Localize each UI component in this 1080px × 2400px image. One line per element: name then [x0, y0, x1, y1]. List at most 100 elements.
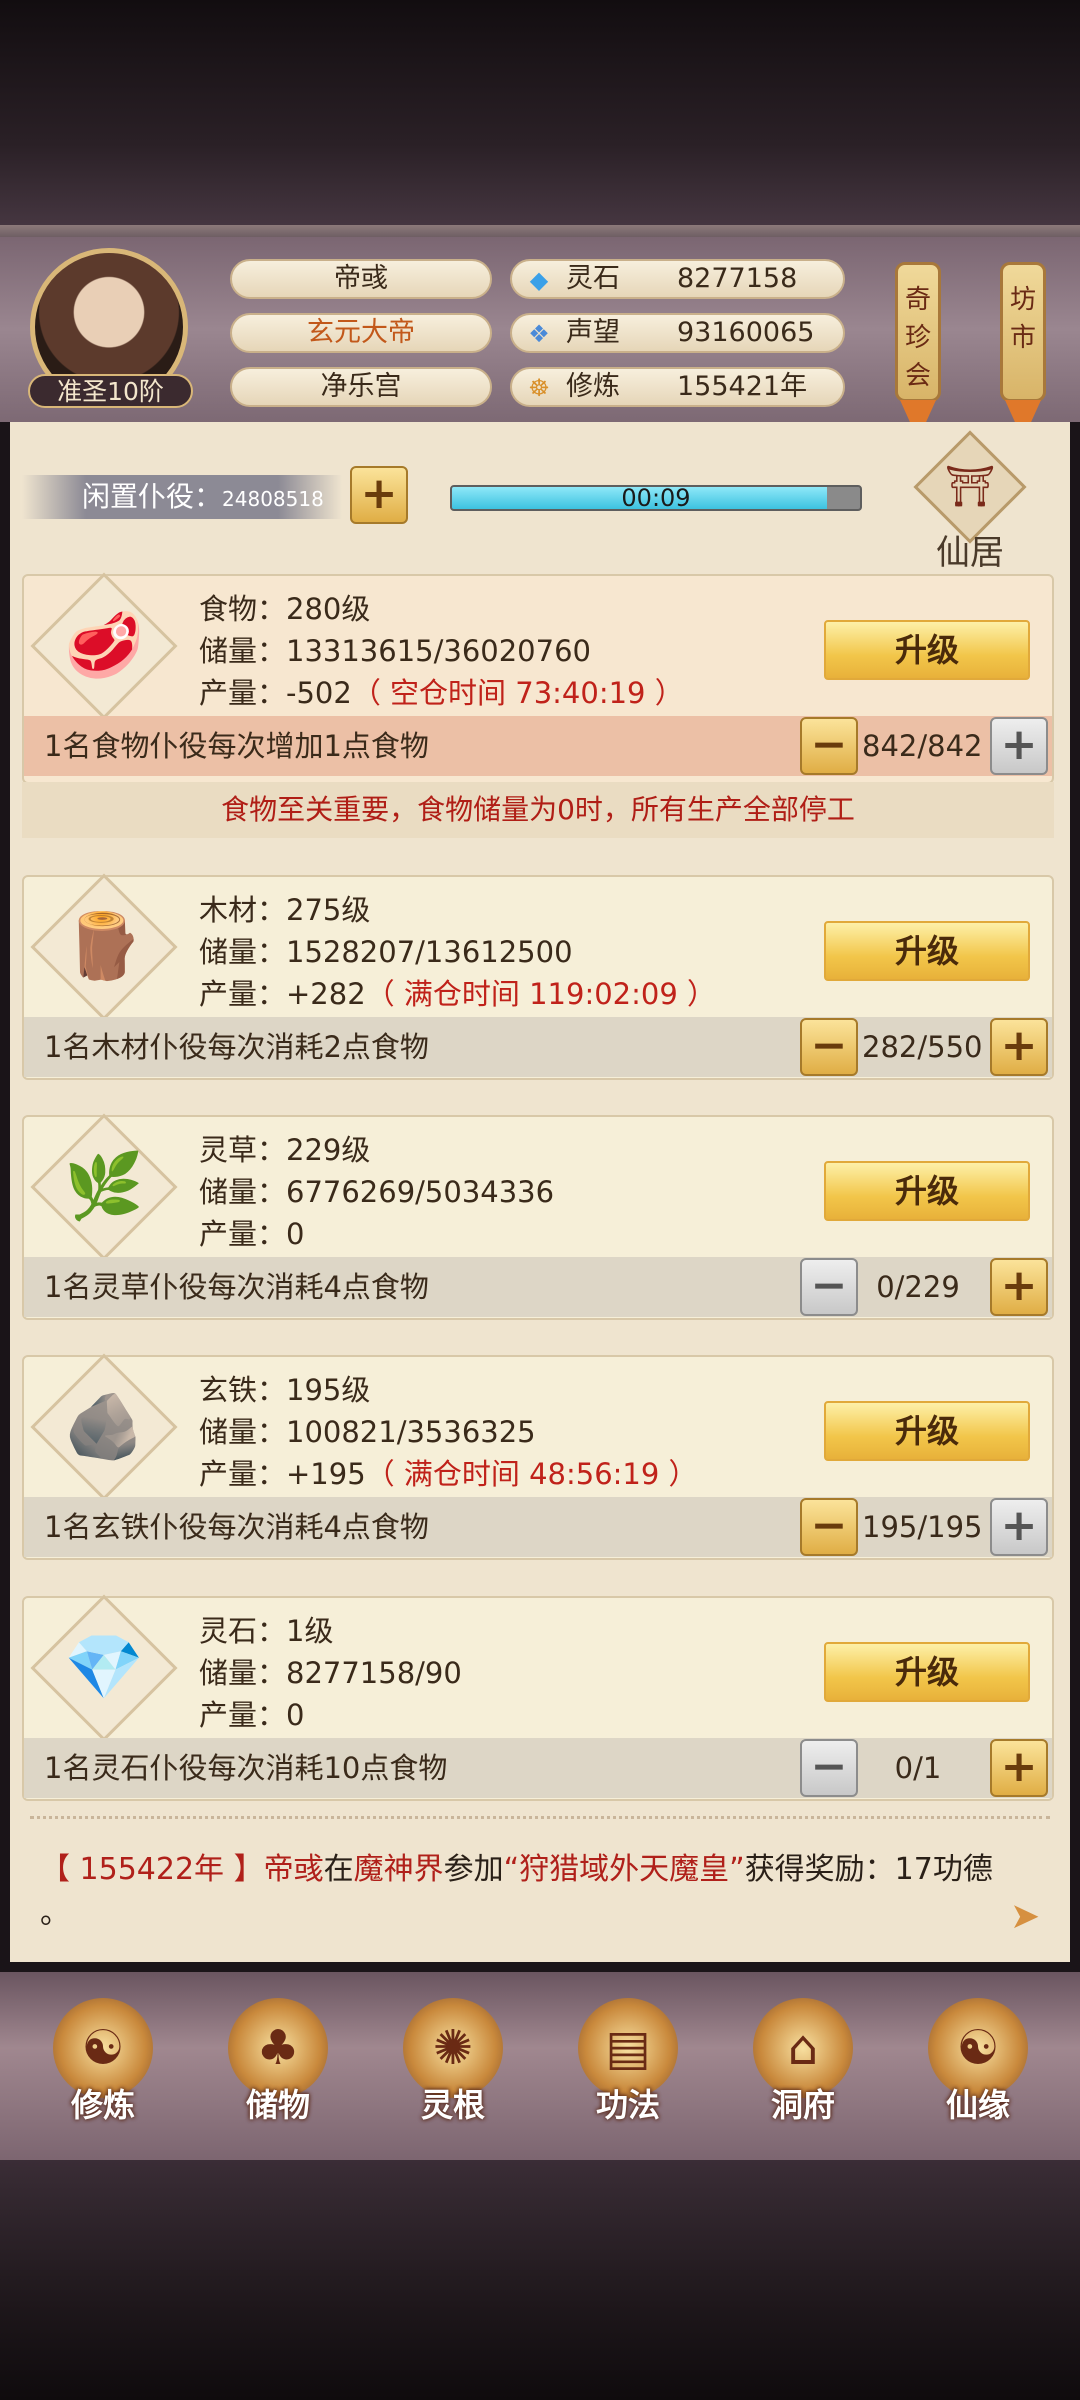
resource-output: 产量：+195（ 满仓时间 48:56:19 ）: [199, 1451, 698, 1493]
player-palace: 净乐宫: [230, 367, 492, 407]
resource-level: 灵草：229级: [199, 1133, 371, 1167]
divider: [30, 1816, 1050, 1827]
resource-card-food: 🥩 食物：280级 储量：13313615/36020760 产量：-502（ 空仓时…: [22, 572, 1054, 784]
decrease-workers-button[interactable]: −: [800, 1018, 858, 1076]
resource-storage: 储量：6776269/5034336: [199, 1175, 555, 1209]
nav-3[interactable]: ▤ 功法: [553, 1998, 703, 2148]
player-name: 帝彧: [230, 259, 492, 299]
output-time: （ 满仓时间 48:56:19 ）: [365, 1457, 698, 1491]
iron-icon: 🪨: [64, 1390, 144, 1464]
worker-row: 1名木材仆役每次消耗2点食物 −282/550 +: [24, 1017, 1052, 1077]
worker-row: 1名玄铁仆役每次消耗4点食物 −195/195 +: [24, 1497, 1052, 1557]
worker-count: 842/842: [862, 729, 983, 763]
upgrade-button[interactable]: 升级: [824, 1161, 1030, 1221]
event-task: “狩猎域外天魔皇”: [503, 1852, 745, 1887]
worker-count: 0/1: [894, 1751, 942, 1785]
market-lantern[interactable]: 坊市: [1000, 262, 1046, 402]
event-next-arrow-icon[interactable]: ➤: [1010, 1896, 1040, 1937]
resource-level: 玄铁：195级: [199, 1373, 371, 1407]
resource-level: 灵石：1级: [199, 1614, 334, 1648]
resource-card-wood: 🪵 木材：275级 储量：1528207/13612500 产量：+282（ 满仓时间…: [22, 873, 1054, 1080]
resource-level: 食物：280级: [199, 592, 371, 626]
nav-label: 仙缘: [945, 2086, 1010, 2124]
output-value: 产量：-502: [199, 676, 352, 710]
resource-label: 灵石: [566, 263, 620, 294]
residence-label: 仙居: [936, 533, 1004, 573]
idle-label-text: 闲置仆役：: [82, 480, 223, 513]
lantern-char: 市: [1009, 323, 1036, 353]
worker-description: 1名玄铁仆役每次消耗4点食物: [44, 1510, 429, 1544]
output-time: （ 空仓时间 73:40:19 ）: [351, 676, 684, 710]
increase-workers-button[interactable]: +: [990, 1498, 1048, 1556]
player-title: 玄元大帝: [230, 313, 492, 353]
worker-description: 1名灵石仆役每次消耗10点食物: [44, 1751, 448, 1785]
worker-count: 0/229: [876, 1270, 960, 1304]
servant-progress-bar: 00:09: [450, 485, 862, 511]
worker-count: 195/195: [862, 1510, 983, 1544]
decrease-workers-button[interactable]: −: [800, 717, 858, 775]
event-text: 在: [323, 1852, 354, 1887]
prestige-icon: ❖: [528, 320, 550, 348]
stone-icon: 💎: [64, 1631, 144, 1705]
worker-row: 1名食物仆役每次增加1点食物 −842/842 +: [24, 716, 1052, 776]
resource-level: 木材：275级: [199, 893, 371, 927]
scroll-rod-top: [0, 225, 1080, 237]
rank-badge: 准圣10阶: [28, 374, 193, 408]
upgrade-button[interactable]: 升级: [824, 1401, 1030, 1461]
decrease-workers-button[interactable]: −: [800, 1739, 858, 1797]
increase-workers-button[interactable]: +: [990, 1018, 1048, 1076]
event-log: 【 155422年 】帝彧在魔神界参加“狩猎域外天魔皇”获得奖励：17功德 。: [40, 1848, 1030, 1936]
nav-label: 洞府: [770, 2086, 835, 2124]
worker-description: 1名木材仆役每次消耗2点食物: [44, 1030, 429, 1064]
bottom-background: [0, 2160, 1080, 2400]
food-icon: 🥩: [64, 609, 144, 683]
upgrade-button[interactable]: 升级: [824, 921, 1030, 981]
worker-description: 1名灵草仆役每次消耗4点食物: [44, 1270, 429, 1304]
resource-storage: 储量：8277158/90: [199, 1656, 462, 1690]
nav-label: 储物: [245, 2086, 310, 2124]
resource-output: 产量：+282（ 满仓时间 119:02:09 ）: [199, 971, 716, 1013]
nav-5[interactable]: ☯ 仙缘: [903, 1998, 1053, 2148]
lantern-char: 坊: [1009, 285, 1036, 315]
treasure-fair-lantern[interactable]: 奇珍会: [895, 262, 941, 402]
resource-output: 产量：-502（ 空仓时间 73:40:19 ）: [199, 670, 684, 712]
event-name: 帝彧: [263, 1852, 324, 1887]
worker-row: 1名灵草仆役每次消耗4点食物 −0/229 +: [24, 1257, 1052, 1317]
wood-icon: 🪵: [64, 910, 144, 984]
resource-label: 声望: [566, 317, 620, 348]
event-place: 魔神界: [353, 1852, 444, 1887]
resource-card-iron: 🪨 玄铁：195级储量：100821/3536325 产量：+195（ 满仓时间 4…: [22, 1353, 1054, 1560]
resource-cultivation: ☸ 修炼 155421年: [510, 367, 845, 407]
resource-storage: 储量：100821/3536325: [199, 1415, 536, 1449]
resource-card-stone: 💎 灵石：1级 储量：8277158/90 产量：0 升级 1名灵石仆役每次消耗10点食物…: [22, 1594, 1054, 1801]
worker-description: 1名食物仆役每次增加1点食物: [44, 729, 429, 763]
lantern-char: 奇: [904, 285, 931, 315]
resource-storage: 储量：13313615/36020760: [199, 634, 591, 668]
decrease-workers-button[interactable]: −: [800, 1498, 858, 1556]
output-value: 产量：0: [199, 1217, 305, 1251]
increase-workers-button[interactable]: +: [990, 1258, 1048, 1316]
increase-workers-button[interactable]: +: [990, 1739, 1048, 1797]
resource-output: 产量：0: [199, 1211, 304, 1253]
nav-1[interactable]: ♣ 储物: [203, 1998, 353, 2148]
add-servants-button[interactable]: +: [350, 466, 408, 524]
nav-label: 功法: [595, 2086, 660, 2124]
output-time: （ 满仓时间 119:02:09 ）: [365, 977, 717, 1011]
herb-icon: 🌿: [64, 1150, 144, 1224]
spirit-stone-icon: ◆: [529, 266, 549, 294]
increase-workers-button[interactable]: +: [990, 717, 1048, 775]
residence-button[interactable]: ⛩ 仙居: [910, 430, 1030, 573]
nav-label: 灵根: [420, 2086, 485, 2124]
resource-value: 155421年: [677, 371, 808, 402]
upgrade-button[interactable]: 升级: [824, 1642, 1030, 1702]
nav-label: 修炼: [70, 2086, 135, 2124]
resource-card-herb: 🌿 灵草：229级储量：6776269/5034336 产量：0 升级 1名灵草仆役每次…: [22, 1113, 1054, 1320]
nav-2[interactable]: ✺ 灵根: [378, 1998, 528, 2148]
nav-4[interactable]: ⌂ 洞府: [728, 1998, 878, 2148]
decrease-workers-button[interactable]: −: [800, 1258, 858, 1316]
upgrade-button[interactable]: 升级: [824, 620, 1030, 680]
idle-count: 24808518: [222, 487, 324, 511]
worker-count: 282/550: [862, 1030, 983, 1064]
idle-servants-label: 闲置仆役：24808518: [22, 475, 342, 519]
nav-0[interactable]: ☯ 修炼: [28, 1998, 178, 2148]
